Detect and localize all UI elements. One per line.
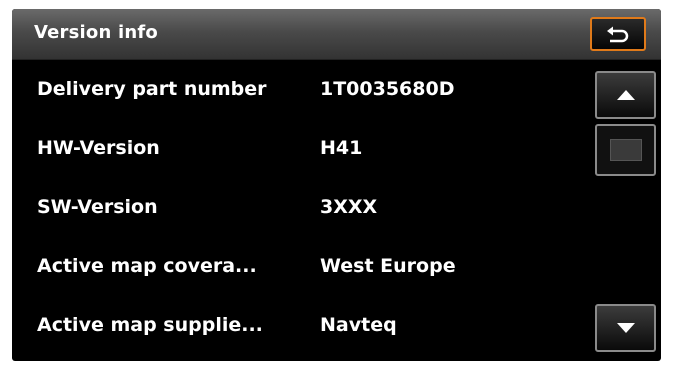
back-arrow-icon <box>607 26 629 43</box>
back-button[interactable] <box>590 17 646 51</box>
info-row-sw-version[interactable]: SW-Version 3XXX <box>12 178 592 237</box>
info-label: Delivery part number <box>37 78 267 100</box>
info-row-hw-version[interactable]: HW-Version H41 <box>12 119 592 178</box>
version-info-screen: Version info Delivery part number 1T0035… <box>12 9 661 361</box>
info-row-delivery-part-number[interactable]: Delivery part number 1T0035680D <box>12 60 592 119</box>
scroll-down-button[interactable] <box>595 304 656 352</box>
info-label: Active map covera... <box>37 255 257 277</box>
info-value: H41 <box>320 137 363 159</box>
info-value: 1T0035680D <box>320 78 455 100</box>
info-label: HW-Version <box>37 137 160 159</box>
info-row-active-map-coverage[interactable]: Active map covera... West Europe <box>12 237 592 296</box>
triangle-down-icon <box>616 323 635 333</box>
info-value: 3XXX <box>320 196 378 218</box>
square-icon <box>609 139 642 161</box>
triangle-up-icon <box>616 90 635 100</box>
info-list: Delivery part number 1T0035680D HW-Versi… <box>12 60 592 355</box>
info-row-active-map-supplier[interactable]: Active map supplie... Navteq <box>12 296 592 355</box>
title-bar: Version info <box>12 9 661 60</box>
scroll-up-button[interactable] <box>595 71 656 119</box>
info-label: SW-Version <box>37 196 158 218</box>
info-value: Navteq <box>320 314 397 336</box>
info-label: Active map supplie... <box>37 314 263 336</box>
scroll-thumb[interactable] <box>595 124 656 176</box>
info-value: West Europe <box>320 255 456 277</box>
scrollbar[interactable] <box>592 67 661 361</box>
page-title: Version info <box>34 22 158 43</box>
